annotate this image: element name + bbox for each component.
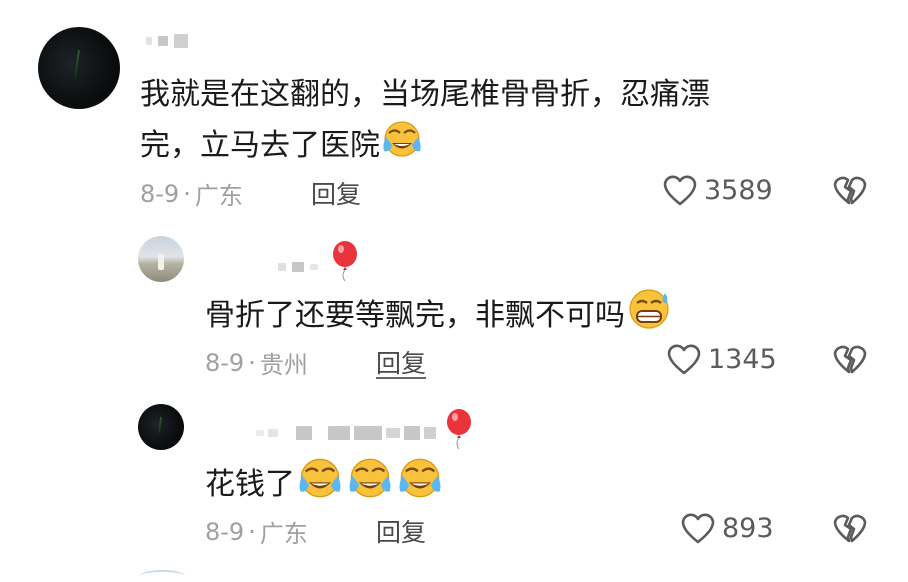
like-button[interactable]: 893 (680, 511, 774, 545)
username-blurred[interactable] (256, 426, 436, 440)
reply-button[interactable]: 回复 (376, 513, 426, 549)
heart-outline-icon (663, 175, 697, 206)
dislike-button[interactable] (832, 511, 868, 549)
crying-laughing-emoji-icon (295, 456, 345, 515)
like-count: 3589 (704, 174, 773, 206)
comment-date: 8-9 (205, 348, 245, 377)
like-count: 893 (722, 512, 774, 544)
crying-laughing-emoji-icon (395, 456, 445, 515)
dislike-button[interactable] (832, 342, 868, 380)
like-button[interactable]: 3589 (662, 173, 773, 207)
comment-date: 8-9 (140, 179, 180, 208)
comment-location: 广东 (259, 520, 308, 548)
comment-text: 我就是在这翻的，当场尾椎骨骨折，忍痛漂 完，立马去了医院 (140, 71, 710, 174)
like-count: 1345 (708, 343, 777, 375)
red-balloon-icon (447, 409, 471, 450)
like-button[interactable]: 1345 (666, 342, 777, 376)
reply-button[interactable]: 回复 (376, 344, 426, 380)
meta-separator: · (248, 517, 256, 546)
crying-laughing-emoji-icon (345, 456, 395, 515)
reply-button[interactable]: 回复 (311, 175, 361, 211)
heart-outline-icon (681, 513, 715, 544)
comment-text: 骨折了还要等飘完，非飘不可吗 (205, 287, 673, 346)
username-blurred[interactable] (278, 262, 318, 272)
meta-separator: · (183, 179, 191, 208)
red-balloon-icon (333, 241, 357, 282)
avatar[interactable] (138, 404, 184, 450)
comment-date: 8-9 (205, 517, 245, 546)
crying-laughing-emoji-icon (380, 119, 424, 174)
comment-meta: 8-9 · 广东 (205, 514, 308, 549)
broken-heart-icon (833, 514, 867, 543)
avatar[interactable] (38, 27, 120, 109)
comment-location: 广东 (194, 182, 243, 210)
avatar-partial (140, 570, 185, 582)
heart-outline-icon (667, 344, 701, 375)
username-blurred[interactable] (146, 34, 188, 48)
grin-sweat-emoji-icon (625, 287, 673, 346)
broken-heart-icon (833, 176, 867, 205)
comment-meta: 8-9 · 广东 (140, 176, 243, 211)
comment-text: 花钱了 (205, 456, 445, 515)
meta-separator: · (248, 348, 256, 377)
broken-heart-icon (833, 345, 867, 374)
comment-line: 完，立马去了医院 (140, 119, 710, 174)
comment-location: 贵州 (259, 351, 308, 379)
avatar[interactable] (138, 236, 184, 282)
dislike-button[interactable] (832, 173, 868, 211)
comment-line: 我就是在这翻的，当场尾椎骨骨折，忍痛漂 (140, 77, 710, 112)
comment-meta: 8-9 · 贵州 (205, 345, 308, 380)
